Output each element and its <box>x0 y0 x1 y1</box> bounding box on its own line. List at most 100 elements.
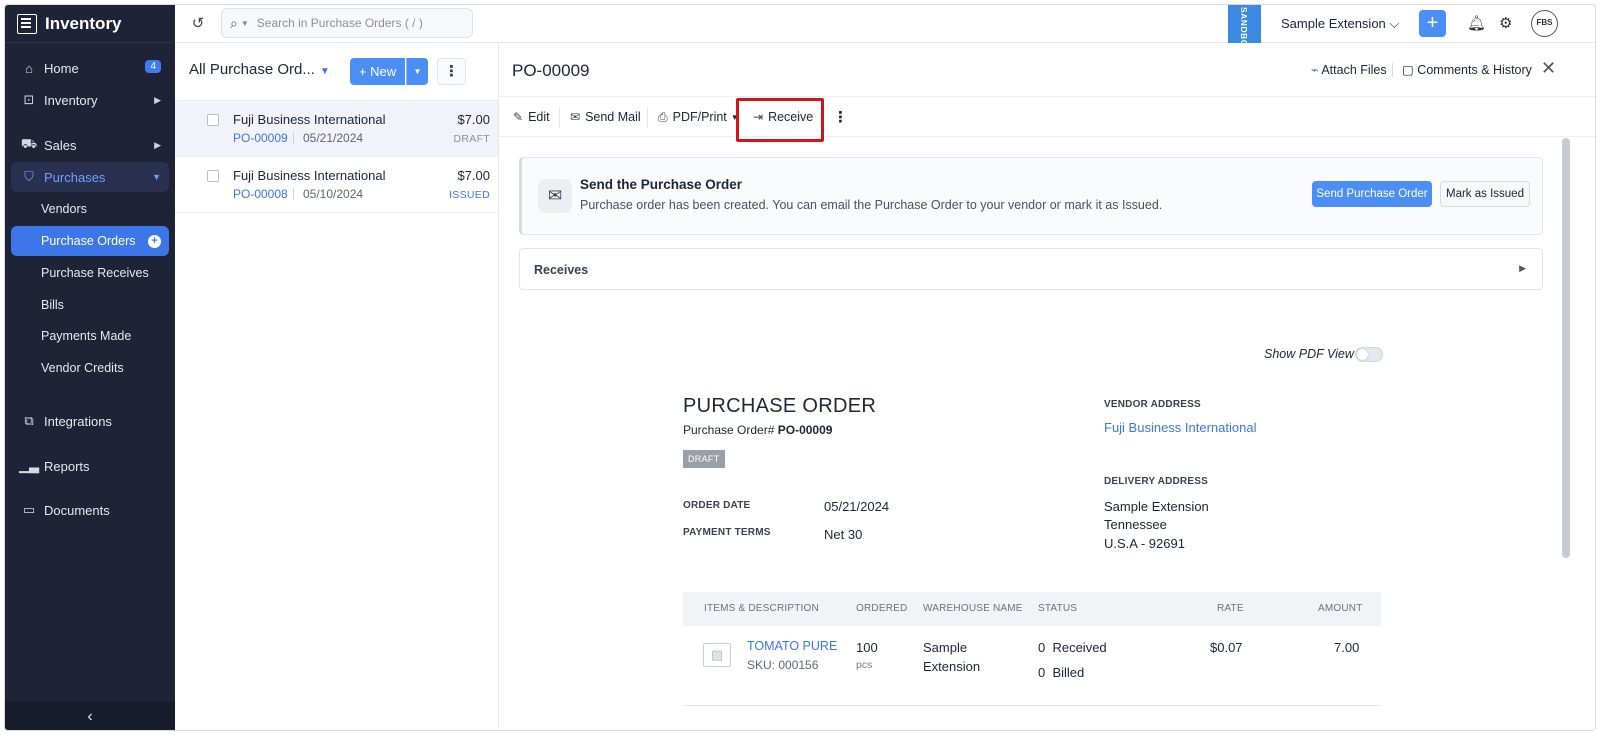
sidebar-item-label: Reports <box>44 458 90 474</box>
document-number-value: PO-00009 <box>777 423 833 437</box>
receives-section[interactable]: Receives ▶ <box>519 248 1543 290</box>
detail-header: PO-00009 ⌁ Attach Files ▢ Comments & His… <box>499 43 1595 97</box>
add-purchase-order-icon[interactable]: + <box>148 234 161 248</box>
bell-icon[interactable]: 🔔︎ <box>1467 14 1486 32</box>
action-toolbar: ✎ Edit ✉ Send Mail ⎙ PDF/Print ▼ ⇥ Recei… <box>499 97 1595 142</box>
payment-terms-value: Net 30 <box>824 527 863 542</box>
list-item[interactable]: Fuji Business International PO-00009 05/… <box>175 101 498 157</box>
pdf-print-label: PDF/Print <box>672 110 727 124</box>
collapse-sidebar-button[interactable]: ‹ <box>5 702 175 730</box>
close-icon[interactable]: ✕ <box>1541 58 1556 79</box>
ordered-qty: 100 <box>856 640 878 655</box>
chevron-left-icon: ‹ <box>87 708 93 725</box>
delivery-address-label: DELIVERY ADDRESS <box>1104 476 1208 487</box>
comments-history-button[interactable]: ▢ Comments & History <box>1402 62 1532 77</box>
document-heading: PURCHASE ORDER <box>683 395 877 417</box>
vendor-name: Fuji Business International <box>233 112 386 127</box>
new-button[interactable]: + New <box>350 58 405 85</box>
pdf-icon: ⎙ <box>658 109 668 124</box>
pdf-view-toggle[interactable] <box>1355 347 1383 362</box>
sidebar-item-inventory[interactable]: ⊡ Inventory ▶ <box>11 85 169 115</box>
sidebar-subitem-vendors[interactable]: Vendors <box>11 194 169 224</box>
po-number[interactable]: PO-00009 <box>233 131 288 145</box>
chevron-down-icon: ▼ <box>152 172 161 182</box>
search-icon: ⌕ <box>230 14 238 31</box>
sidebar-item-reports[interactable]: ▁▃ Reports <box>11 451 169 481</box>
sidebar-item-label: Documents <box>44 502 110 518</box>
po-amount: $7.00 <box>457 112 490 127</box>
payment-terms-label: PAYMENT TERMS <box>683 527 771 538</box>
divider <box>293 188 294 200</box>
status-badge: ISSUED <box>449 189 490 201</box>
edit-label: Edit <box>528 110 550 124</box>
gear-icon[interactable]: ⚙ <box>1499 14 1512 32</box>
sidebar-subitem-purchase-orders[interactable]: Purchase Orders + <box>11 226 169 256</box>
history-icon[interactable]: ↺ <box>189 14 207 32</box>
folder-icon: ▭ <box>22 502 36 517</box>
sidebar-item-sales[interactable]: ⛟ Sales ▶ <box>11 130 169 160</box>
chevron-right-icon: ▶ <box>154 94 161 105</box>
column-header: STATUS <box>1038 603 1078 614</box>
mark-as-issued-button[interactable]: Mark as Issued <box>1440 181 1530 207</box>
pencil-icon: ✎ <box>513 110 524 124</box>
row-checkbox[interactable] <box>207 114 219 126</box>
items-table: ITEMS & DESCRIPTION ORDERED WAREHOUSE NA… <box>683 592 1381 706</box>
search-box[interactable]: ⌕ ▼ <box>221 8 473 38</box>
comment-icon: ▢ <box>1402 63 1414 77</box>
vendor-address-label: VENDOR ADDRESS <box>1104 399 1201 410</box>
scrollbar[interactable] <box>1562 138 1570 558</box>
po-date: 05/21/2024 <box>303 131 364 145</box>
banner-text: Purchase order has been created. You can… <box>580 198 1163 212</box>
attach-files-label: Attach Files <box>1321 63 1387 77</box>
item-sku: SKU: 000156 <box>747 658 819 672</box>
more-options-button[interactable]: ⋮ <box>437 58 466 85</box>
sidebar-subitem-bills[interactable]: Bills <box>11 290 169 320</box>
view-selector[interactable]: All Purchase Ord... ▼ <box>189 61 330 78</box>
list-item[interactable]: Fuji Business International PO-00008 05/… <box>175 157 498 213</box>
chevron-down-icon[interactable]: ▼ <box>241 19 249 28</box>
chevron-right-icon: ▶ <box>154 139 161 150</box>
document-number-label: Purchase Order# <box>683 423 775 437</box>
send-po-banner: ✉ Send the Purchase Order Purchase order… <box>519 157 1543 235</box>
more-actions-button[interactable]: ⋮ <box>833 97 848 137</box>
row-checkbox[interactable] <box>207 170 219 182</box>
highlight-box <box>736 98 824 142</box>
sidebar-subitem-purchase-receives[interactable]: Purchase Receives <box>11 258 169 288</box>
avatar[interactable]: FBS <box>1531 10 1558 37</box>
sidebar-item-documents[interactable]: ▭ Documents <box>11 495 169 525</box>
organization-switcher[interactable]: Sample Extension ⌵ <box>1281 16 1399 32</box>
pdf-print-button[interactable]: ⎙ PDF/Print ▼ <box>658 97 739 137</box>
warehouse-name: Extension <box>923 659 981 674</box>
search-input[interactable] <box>256 16 447 30</box>
page-title: PO-00009 <box>512 61 590 80</box>
view-title: All Purchase Ord... <box>189 61 315 78</box>
sidebar-item-purchases[interactable]: ⛉ Purchases ▼ <box>11 162 169 192</box>
billed-status: 0 Billed <box>1038 665 1085 680</box>
send-mail-button[interactable]: ✉ Send Mail <box>570 97 641 137</box>
sidebar-item-label: Purchase Orders <box>41 234 136 248</box>
quick-create-button[interactable]: + <box>1419 10 1446 37</box>
paperclip-icon: ⌁ <box>1311 63 1319 77</box>
sidebar-item-integrations[interactable]: ⧉ Integrations <box>11 406 169 436</box>
inventory-icon: ⊡ <box>23 92 35 107</box>
brand[interactable]: Inventory <box>5 5 175 43</box>
item-rate: $0.07 <box>1210 640 1243 655</box>
item-name-link[interactable]: TOMATO PURE <box>747 639 837 653</box>
sidebar-item-label: Purchases <box>44 169 106 185</box>
list-header: All Purchase Ord... ▼ + New ▼ ⋮ <box>175 43 498 101</box>
items-table-header: ITEMS & DESCRIPTION ORDERED WAREHOUSE NA… <box>683 592 1381 626</box>
attach-files-button[interactable]: ⌁ Attach Files <box>1311 62 1387 77</box>
column-header: AMOUNT <box>1318 603 1363 614</box>
sidebar-item-home[interactable]: ⌂ Home 4 <box>11 53 169 83</box>
send-mail-label: Send Mail <box>585 110 641 124</box>
column-header: WAREHOUSE NAME <box>923 603 1023 614</box>
ordered-unit: pcs <box>856 659 873 671</box>
sidebar-subitem-payments-made[interactable]: Payments Made <box>11 321 169 351</box>
edit-button[interactable]: ✎ Edit <box>513 97 550 137</box>
send-purchase-order-button[interactable]: Send Purchase Order <box>1312 181 1432 207</box>
vendor-link[interactable]: Fuji Business International <box>1104 420 1256 435</box>
new-dropdown-button[interactable]: ▼ <box>406 58 428 85</box>
sidebar-item-label: Sales <box>44 137 77 153</box>
po-number[interactable]: PO-00008 <box>233 187 288 201</box>
sidebar-subitem-vendor-credits[interactable]: Vendor Credits <box>11 353 169 383</box>
